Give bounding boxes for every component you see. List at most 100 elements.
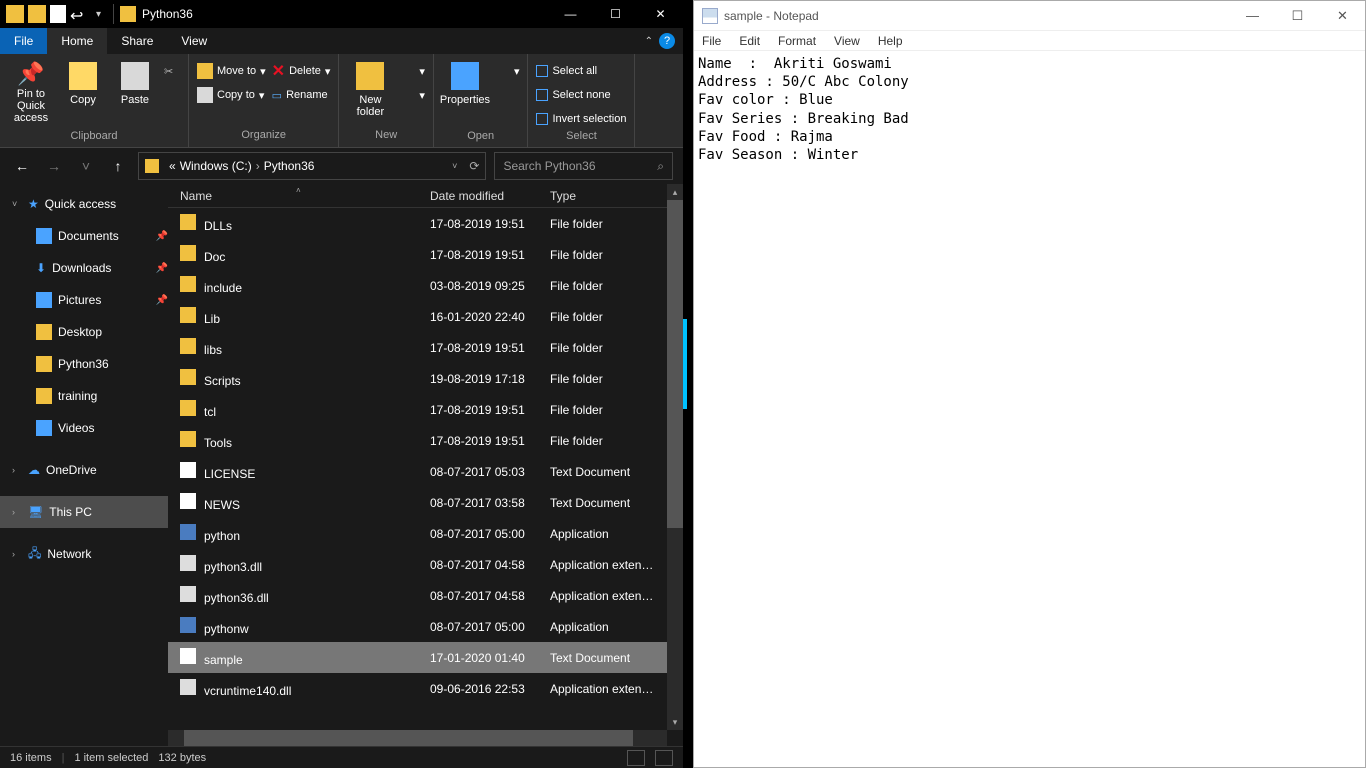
file-row[interactable]: Tools17-08-2019 19:51File folder <box>168 425 683 456</box>
file-row[interactable]: NEWS08-07-2017 03:58Text Document <box>168 487 683 518</box>
move-to-button[interactable]: Move to ▾ <box>197 60 266 82</box>
easy-access-button[interactable]: ▾ <box>399 84 425 106</box>
file-row[interactable]: Doc17-08-2019 19:51File folder <box>168 239 683 270</box>
scroll-thumb[interactable] <box>184 730 633 746</box>
address-seg[interactable]: Python36 <box>264 159 315 173</box>
nav-item-pictures[interactable]: Pictures📌 <box>0 284 168 316</box>
delete-button[interactable]: ✕Delete ▾ <box>272 60 331 82</box>
menu-file[interactable]: File <box>700 34 723 48</box>
file-row[interactable]: tcl17-08-2019 19:51File folder <box>168 394 683 425</box>
search-icon[interactable]: ⌕ <box>657 159 664 174</box>
minimize-button[interactable]: ― <box>1230 1 1275 31</box>
open-button[interactable]: ▾ <box>494 60 520 82</box>
vertical-scrollbar[interactable]: ▴ ▾ <box>667 184 683 730</box>
file-list: Name ˄ Date modified Type DLLs17-08-2019… <box>168 184 683 746</box>
scroll-thumb[interactable] <box>667 200 683 528</box>
file-row[interactable]: Lib16-01-2020 22:40File folder <box>168 301 683 332</box>
paste-button[interactable]: Paste <box>112 58 158 106</box>
nav-item-python36[interactable]: Python36 <box>0 348 168 380</box>
col-type-header[interactable]: Type <box>550 189 683 203</box>
details-view-icon[interactable] <box>627 750 645 766</box>
copy-path-button[interactable] <box>164 84 180 106</box>
network-icon: 🖧 <box>28 544 41 565</box>
search-input[interactable]: Search Python36 ⌕ <box>494 152 673 180</box>
properties-button[interactable]: Properties <box>442 58 488 106</box>
recent-dropdown[interactable]: ˅ <box>74 154 98 178</box>
maximize-button[interactable]: ☐ <box>1275 1 1320 31</box>
up-button[interactable]: ↑ <box>106 154 130 178</box>
file-row[interactable]: sample17-01-2020 01:40Text Document <box>168 642 683 673</box>
close-button[interactable]: ✕ <box>1320 1 1365 31</box>
forward-button[interactable]: → <box>42 154 66 178</box>
nav-network[interactable]: ›🖧Network <box>0 538 168 570</box>
cut-button[interactable]: ✂ <box>164 60 180 82</box>
collapse-ribbon-icon[interactable]: ⌃ <box>645 36 659 47</box>
tab-share[interactable]: Share <box>107 28 167 54</box>
address-seg[interactable]: Windows (C:) <box>180 159 252 173</box>
nav-quick-access[interactable]: ˅★Quick access <box>0 188 168 220</box>
address-dropdown-icon[interactable]: ˅ <box>452 161 457 171</box>
notepad-text-area[interactable]: Name : Akriti Goswami Address : 50/C Abc… <box>694 51 1365 168</box>
refresh-icon[interactable]: ⟳ <box>469 159 479 173</box>
copy-to-button[interactable]: Copy to ▾ <box>197 84 266 106</box>
back-button[interactable]: ← <box>10 154 34 178</box>
chevron-right-icon[interactable]: › <box>256 159 260 173</box>
file-row[interactable]: pythonw08-07-2017 05:00Application <box>168 611 683 642</box>
menu-format[interactable]: Format <box>776 34 818 48</box>
file-row[interactable]: include03-08-2019 09:25File folder <box>168 270 683 301</box>
large-icons-view-icon[interactable] <box>655 750 673 766</box>
nav-item-training[interactable]: training <box>0 380 168 412</box>
select-none-button[interactable]: Select none <box>536 84 626 106</box>
close-button[interactable]: ✕ <box>638 0 683 28</box>
maximize-button[interactable]: ☐ <box>593 0 638 28</box>
horizontal-scrollbar[interactable] <box>168 730 667 746</box>
tab-view[interactable]: View <box>167 28 221 54</box>
tab-home[interactable]: Home <box>47 28 107 54</box>
file-row[interactable]: python36.dll08-07-2017 04:58Application … <box>168 580 683 611</box>
select-all-button[interactable]: Select all <box>536 60 626 82</box>
rename-button[interactable]: ▭Rename <box>272 84 331 106</box>
file-row[interactable]: vcruntime140.dll09-06-2016 22:53Applicat… <box>168 673 683 704</box>
new-item-button[interactable]: ▾ <box>399 60 425 82</box>
pin-quick-access-button[interactable]: 📌Pin to Quick access <box>8 58 54 124</box>
col-name-header[interactable]: Name <box>180 189 430 203</box>
menu-view[interactable]: View <box>832 34 862 48</box>
copy-button[interactable]: Copy <box>60 58 106 106</box>
tab-file[interactable]: File <box>0 28 47 54</box>
nav-item-desktop[interactable]: Desktop <box>0 316 168 348</box>
file-date: 17-08-2019 19:51 <box>430 434 550 448</box>
nav-onedrive[interactable]: ›☁OneDrive <box>0 454 168 486</box>
address-bar[interactable]: « Windows (C:) › Python36 ˅ ⟳ <box>138 152 486 180</box>
delete-icon: ✕ <box>272 61 285 81</box>
minimize-button[interactable]: ― <box>548 0 593 28</box>
scroll-up-icon[interactable]: ▴ <box>667 184 683 200</box>
paste-shortcut-button[interactable] <box>164 108 180 130</box>
file-row[interactable]: Scripts19-08-2019 17:18File folder <box>168 363 683 394</box>
col-date-header[interactable]: Date modified <box>430 189 550 203</box>
menu-help[interactable]: Help <box>876 34 905 48</box>
nav-this-pc[interactable]: ›🖥This PC <box>0 496 168 528</box>
file-icon <box>180 462 196 478</box>
file-row[interactable]: libs17-08-2019 19:51File folder <box>168 332 683 363</box>
file-name: python36.dll <box>204 591 269 605</box>
edit-button[interactable] <box>494 84 520 106</box>
notepad-titlebar: sample - Notepad ― ☐ ✕ <box>694 1 1365 31</box>
file-icon <box>180 524 196 540</box>
invert-selection-button[interactable]: Invert selection <box>536 108 626 130</box>
invert-icon <box>536 113 548 125</box>
help-icon[interactable]: ? <box>659 33 675 49</box>
file-type: File folder <box>550 403 683 417</box>
file-row[interactable]: LICENSE08-07-2017 05:03Text Document <box>168 456 683 487</box>
scroll-down-icon[interactable]: ▾ <box>667 714 683 730</box>
file-row[interactable]: python08-07-2017 05:00Application <box>168 518 683 549</box>
undo-icon[interactable]: ↩ <box>70 6 86 22</box>
nav-item-videos[interactable]: Videos <box>0 412 168 444</box>
file-row[interactable]: python3.dll08-07-2017 04:58Application e… <box>168 549 683 580</box>
nav-item-documents[interactable]: Documents📌 <box>0 220 168 252</box>
menu-edit[interactable]: Edit <box>737 34 762 48</box>
file-row[interactable]: DLLs17-08-2019 19:51File folder <box>168 208 683 239</box>
new-folder-button[interactable]: New folder <box>347 58 393 118</box>
qat-dropdown-icon[interactable]: ▾ <box>90 9 107 20</box>
history-button[interactable] <box>494 108 520 130</box>
nav-item-downloads[interactable]: ⬇Downloads📌 <box>0 252 168 284</box>
